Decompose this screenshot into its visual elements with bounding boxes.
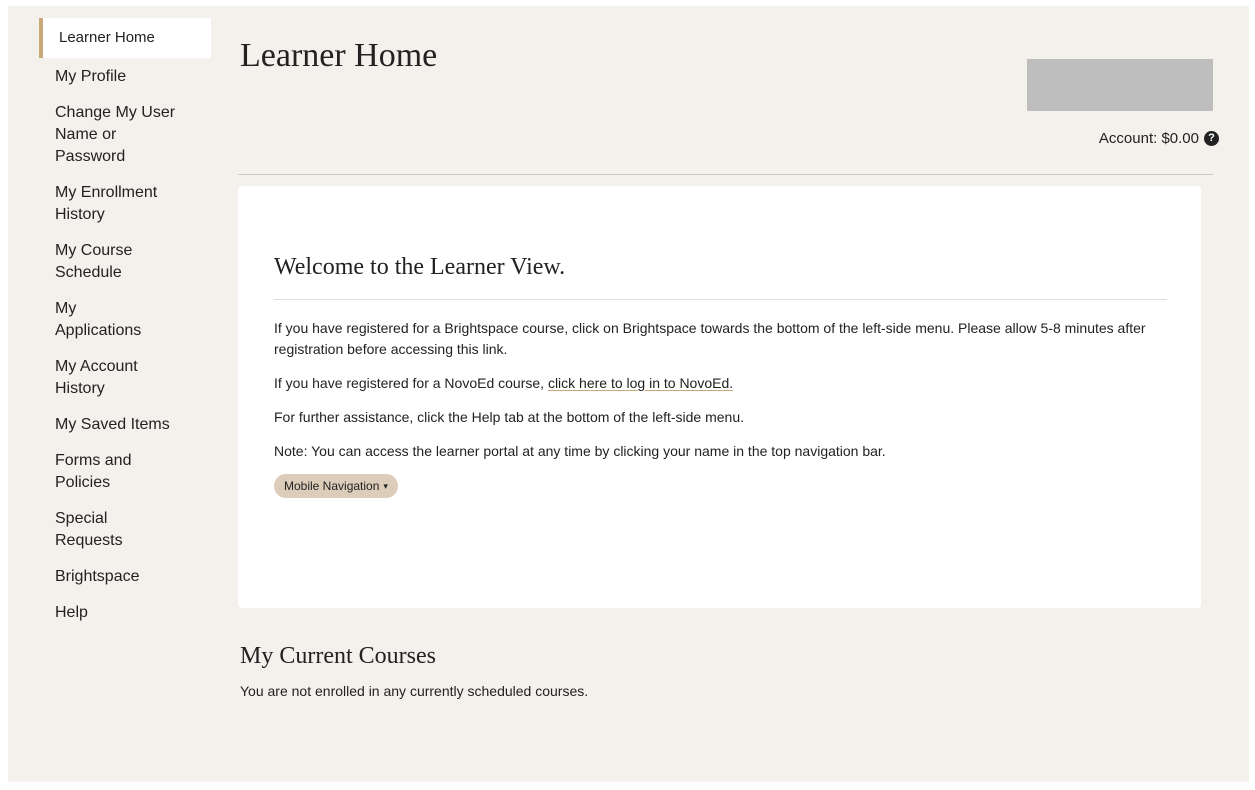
- sidebar-item-brightspace[interactable]: Brightspace: [40, 566, 210, 588]
- welcome-paragraph-note: Note: You can access the learner portal …: [274, 443, 886, 459]
- welcome-divider: [274, 299, 1167, 300]
- mobile-navigation-button[interactable]: Mobile Navigation ▾: [274, 474, 398, 498]
- sidebar-item-course-schedule[interactable]: My Course Schedule: [40, 240, 165, 284]
- welcome-title: Welcome to the Learner View.: [274, 254, 566, 280]
- account-label: Account: $0.00: [1098, 130, 1199, 147]
- sidebar-item-special-requests[interactable]: Special Requests: [40, 508, 155, 552]
- user-avatar-placeholder: [1027, 59, 1213, 111]
- welcome-paragraph-brightspace: If you have registered for a Brightspace…: [274, 320, 1146, 357]
- sidebar-item-help[interactable]: Help: [40, 602, 210, 624]
- sidebar-item-saved-items[interactable]: My Saved Items: [40, 414, 210, 436]
- current-courses-empty-text: You are not enrolled in any currently sc…: [240, 683, 589, 699]
- caret-down-icon: ▾: [383, 480, 388, 491]
- welcome-body: If you have registered for a Brightspace…: [274, 318, 1174, 498]
- header-divider: [238, 174, 1213, 175]
- sidebar-item-change-credentials[interactable]: Change My User Name or Password: [40, 102, 185, 168]
- sidebar-item-applications[interactable]: My Applications: [40, 298, 165, 342]
- welcome-paragraph-novoed: If you have registered for a NovoEd cour…: [274, 375, 734, 391]
- sidebar-item-learner-home[interactable]: Learner Home: [39, 18, 211, 58]
- sidebar-item-enrollment-history[interactable]: My Enrollment History: [40, 182, 195, 226]
- page-title: Learner Home: [240, 37, 438, 74]
- sidebar-nav: Learner Home My Profile Change My User N…: [39, 18, 211, 624]
- welcome-card: Welcome to the Learner View. If you have…: [238, 186, 1201, 608]
- sidebar-item-my-profile[interactable]: My Profile: [40, 66, 210, 88]
- sidebar-item-forms-policies[interactable]: Forms and Policies: [40, 450, 155, 494]
- sidebar-item-account-history[interactable]: My Account History: [40, 356, 165, 400]
- account-balance: Account: $0.00 ?: [1099, 130, 1219, 147]
- current-courses-title: My Current Courses: [240, 643, 436, 669]
- welcome-paragraph-help: For further assistance, click the Help t…: [274, 409, 745, 425]
- question-circle-icon[interactable]: ?: [1204, 131, 1219, 146]
- novoed-login-link[interactable]: click here to log in to NovoEd.: [548, 375, 733, 391]
